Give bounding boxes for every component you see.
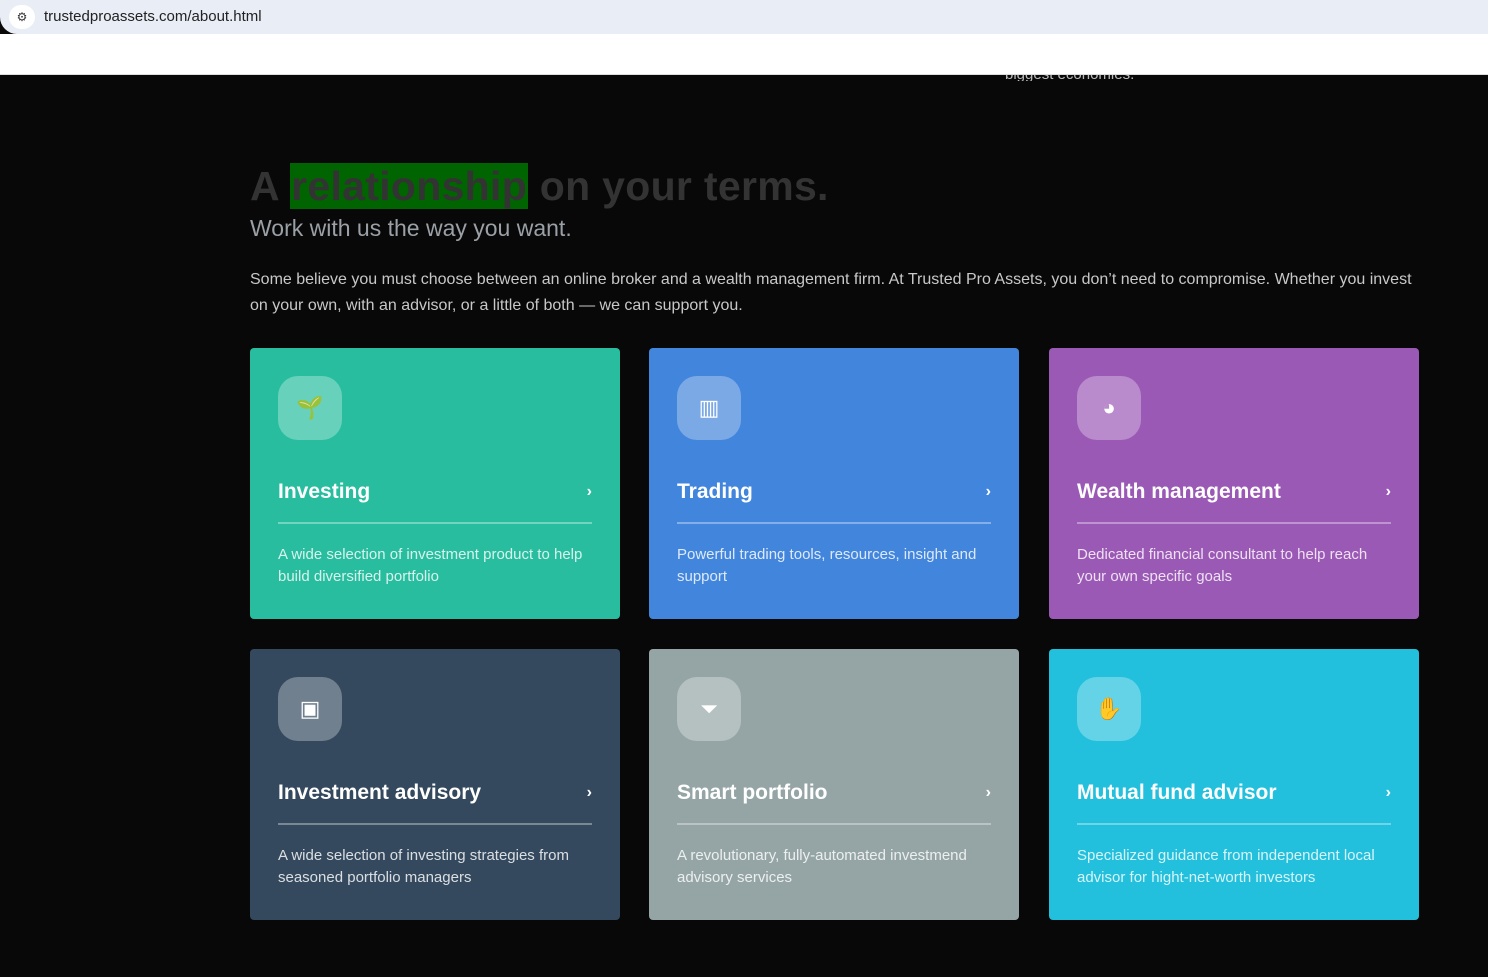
card-title-link[interactable]: Investing ›	[278, 480, 592, 524]
intro-text: Some believe you must choose between an …	[250, 271, 1412, 314]
card-title: Wealth management	[1077, 480, 1281, 503]
bar-chart-icon: ▥	[677, 376, 741, 440]
card-title-link[interactable]: Trading ›	[677, 480, 991, 524]
service-card[interactable]: ▥ Trading › Powerful trading tools, resou…	[649, 348, 1019, 619]
service-card[interactable]: 🌱 Investing › A wide selection of investm…	[250, 348, 620, 619]
pie-chart-icon: ◕	[1077, 376, 1141, 440]
chevron-right-icon: ›	[1385, 483, 1391, 500]
presentation-icon: ▣	[278, 677, 342, 741]
funnel-dollar-icon: ⏷	[677, 677, 741, 741]
card-title-link[interactable]: Investment advisory ›	[278, 781, 592, 825]
service-card[interactable]: ✋ Mutual fund advisor › Specialized guida…	[1049, 649, 1419, 920]
card-description: A revolutionary, fully-automated investm…	[677, 847, 967, 886]
card-description: Powerful trading tools, resources, insig…	[677, 546, 977, 585]
chevron-right-icon: ›	[985, 483, 991, 500]
chevron-right-icon: ›	[985, 784, 991, 801]
card-title: Smart portfolio	[677, 781, 828, 804]
handshake-icon: ✋	[1077, 677, 1141, 741]
site-settings-icon[interactable]: ⚙	[9, 5, 35, 29]
service-card[interactable]: ▣ Investment advisory › A wide selection …	[250, 649, 620, 920]
card-description: A wide selection of investment product t…	[278, 546, 583, 585]
card-description: Specialized guidance from independent lo…	[1077, 847, 1375, 886]
subheading: Work with us the way you want.	[250, 215, 572, 241]
chevron-right-icon: ›	[1385, 784, 1391, 801]
sprout-icon: 🌱	[278, 376, 342, 440]
site-header	[0, 34, 1488, 75]
service-card[interactable]: ⏷ Smart portfolio › A revolutionary, full…	[649, 649, 1019, 920]
address-bar[interactable]: ⚙ trustedproassets.com/about.html	[0, 0, 1488, 34]
card-description: Dedicated financial consultant to help r…	[1077, 546, 1368, 585]
card-title: Investing	[278, 480, 371, 503]
chevron-right-icon: ›	[586, 483, 592, 500]
page-title: A relationship on your terms.	[250, 163, 829, 210]
title-highlight: relationship	[290, 163, 529, 209]
title-suffix: on your terms.	[539, 163, 829, 209]
title-prefix: A	[250, 163, 279, 209]
card-title-link[interactable]: Mutual fund advisor ›	[1077, 781, 1391, 825]
cut-off-text: biggest economies.	[1005, 75, 1134, 81]
service-card[interactable]: ◕ Wealth management › Dedicated financial…	[1049, 348, 1419, 619]
card-title-link[interactable]: Smart portfolio ›	[677, 781, 991, 825]
url-text[interactable]: trustedproassets.com/about.html	[44, 8, 262, 25]
card-description: A wide selection of investing strategies…	[278, 847, 569, 886]
card-title: Investment advisory	[278, 781, 482, 804]
card-title: Trading	[677, 480, 753, 503]
chevron-right-icon: ›	[586, 784, 592, 801]
card-title-link[interactable]: Wealth management ›	[1077, 480, 1391, 524]
card-title: Mutual fund advisor	[1077, 781, 1277, 804]
